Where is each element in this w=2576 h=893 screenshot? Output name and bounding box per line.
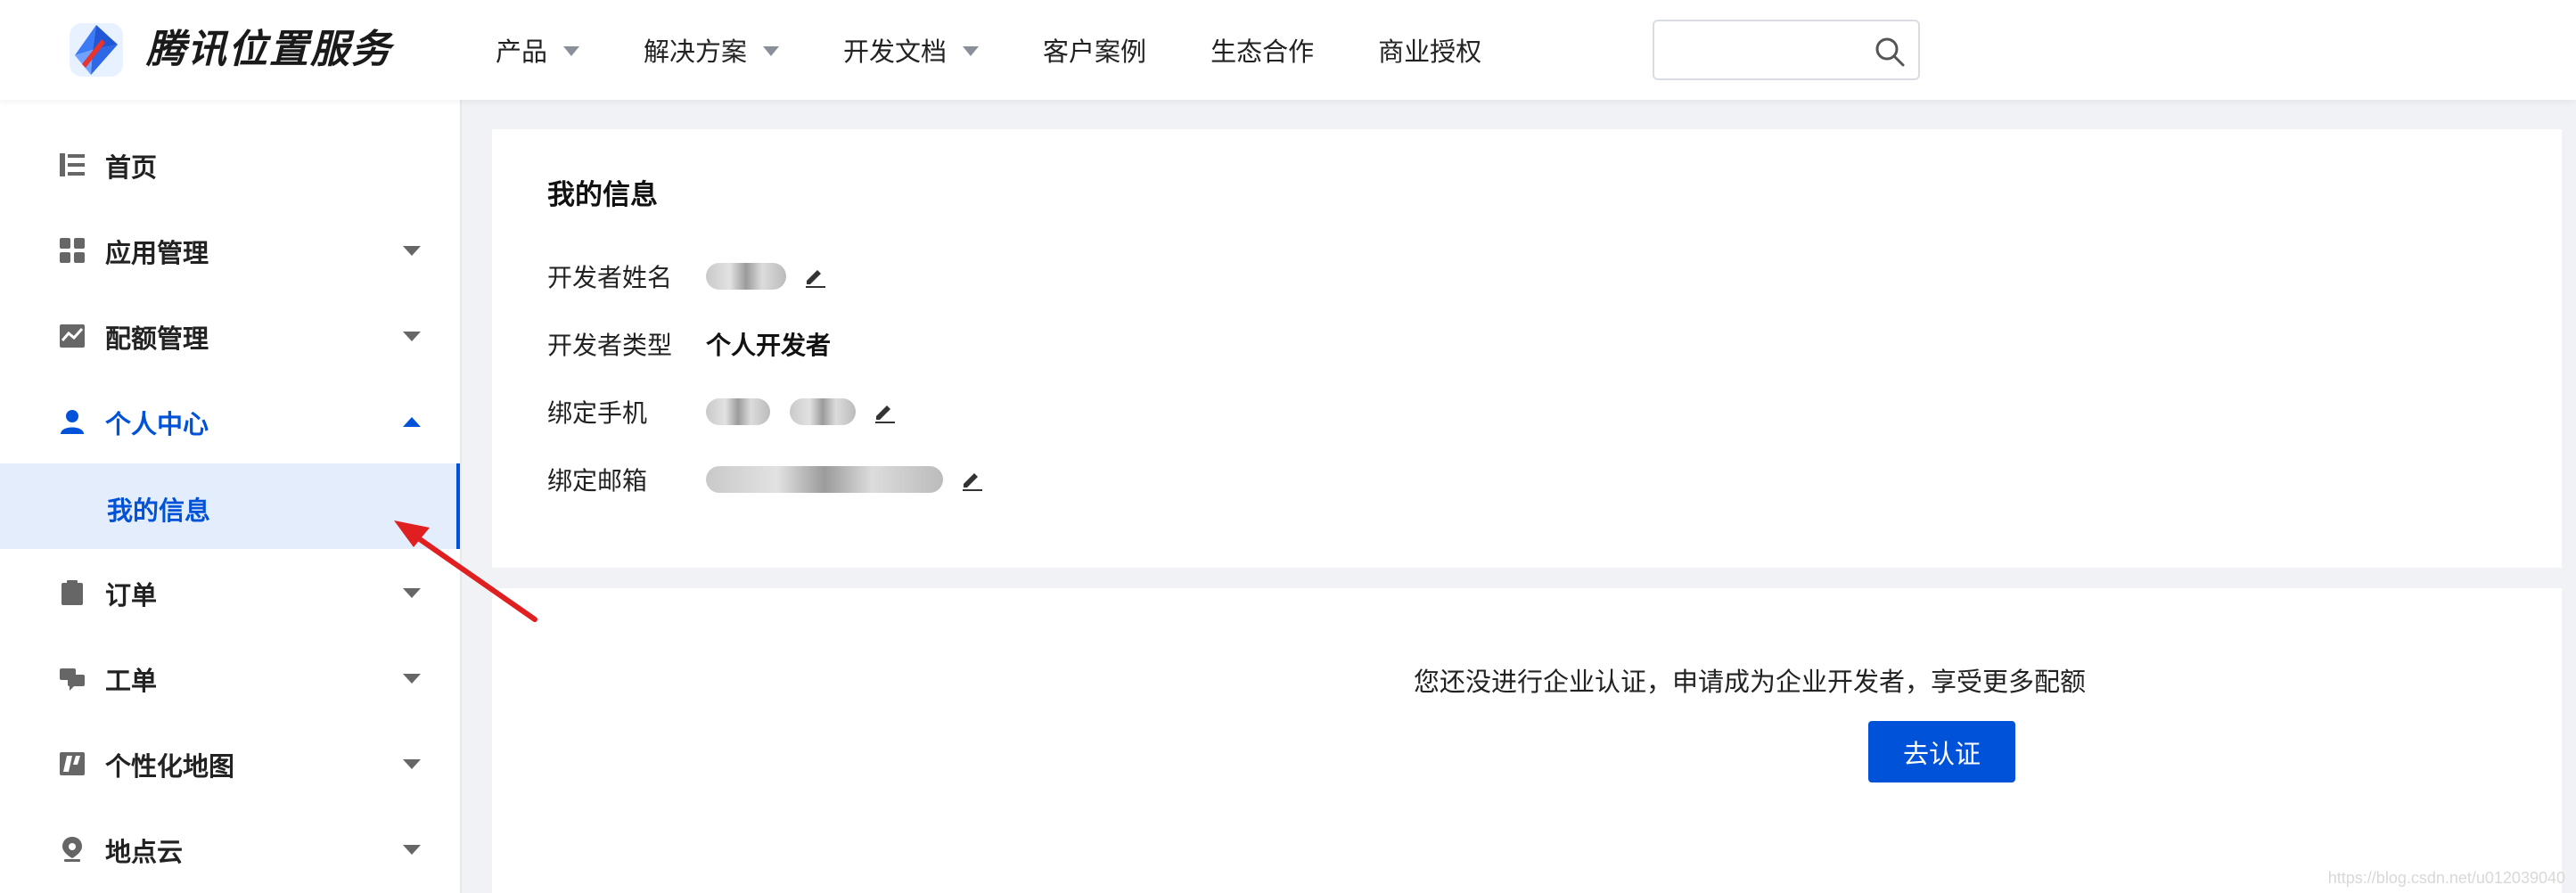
annotation-arrow-icon xyxy=(394,520,537,622)
sidebar-item-custom-map[interactable]: 个性化地图 xyxy=(0,722,460,807)
chart-icon xyxy=(60,324,85,348)
nav-ecosystem[interactable]: 生态合作 xyxy=(1210,31,1314,69)
page-title: 我的信息 xyxy=(547,179,658,210)
sidebar-item-label: 订单 xyxy=(105,582,158,610)
sidebar-item-label: 首页 xyxy=(105,154,158,183)
sidebar-item-label: 应用管理 xyxy=(105,240,209,268)
nav-docs[interactable]: 开发文档 xyxy=(843,31,980,69)
nav-solutions[interactable]: 解决方案 xyxy=(644,31,780,69)
brand-name[interactable]: 腾讯位置服务 xyxy=(146,23,392,77)
chevron-down-icon xyxy=(403,246,421,256)
sidebar-item-personal-center[interactable]: 个人中心 xyxy=(0,380,460,465)
field-label: 绑定邮箱 xyxy=(547,467,648,495)
my-info-card: 我的信息 开发者姓名 开发者类型 个人开发者 绑定手机 绑定邮箱 xyxy=(492,129,2562,568)
redacted-value xyxy=(706,398,770,425)
nav-label: 解决方案 xyxy=(644,38,748,67)
sidebar: 首页 应用管理 配额管理 个人中心 我的信息 订单 工单 个性化地图 地点云 xyxy=(0,100,462,893)
chevron-down-icon xyxy=(763,45,780,56)
tencent-location-logo[interactable] xyxy=(66,20,127,80)
chevron-down-icon xyxy=(403,674,421,684)
chevron-down-icon xyxy=(403,845,421,855)
bound-email-row: 绑定邮箱 xyxy=(547,457,984,502)
chevron-down-icon xyxy=(403,332,421,341)
search-icon[interactable] xyxy=(1874,36,1906,68)
pencil-icon[interactable] xyxy=(872,399,897,424)
sidebar-item-label: 地点云 xyxy=(105,839,184,867)
sidebar-item-place-cloud[interactable]: 地点云 xyxy=(0,807,460,893)
certify-button[interactable]: 去认证 xyxy=(1868,721,2015,782)
nav-label: 商业授权 xyxy=(1378,38,1482,67)
top-header: 腾讯位置服务 产品 解决方案 开发文档 客户案例 生态合作 商业授权 xyxy=(0,0,2576,100)
main-nav: 产品 解决方案 开发文档 客户案例 生态合作 商业授权 xyxy=(496,0,1546,100)
search-input[interactable] xyxy=(1669,21,1874,78)
certification-notice: 您还没进行企业认证，申请成为企业开发者，享受更多配额 xyxy=(1413,668,2086,697)
grid-icon xyxy=(60,238,85,263)
nav-cases[interactable]: 客户案例 xyxy=(1043,31,1146,69)
chat-icon xyxy=(60,668,85,691)
nav-label: 客户案例 xyxy=(1043,38,1147,67)
sidebar-item-tickets[interactable]: 工单 xyxy=(0,636,460,722)
user-icon xyxy=(61,410,84,434)
sidebar-item-quota[interactable]: 配额管理 xyxy=(0,294,460,380)
sidebar-subitem-label: 我的信息 xyxy=(107,497,211,526)
sidebar-item-label: 个人中心 xyxy=(105,411,209,439)
nav-licensing[interactable]: 商业授权 xyxy=(1378,31,1481,69)
bound-phone-row: 绑定手机 xyxy=(547,389,897,434)
nav-label: 开发文档 xyxy=(843,38,948,67)
chevron-down-icon xyxy=(563,45,580,56)
chevron-down-icon xyxy=(403,759,421,769)
nav-products[interactable]: 产品 xyxy=(496,31,580,69)
sidebar-item-label: 工单 xyxy=(105,668,158,696)
developer-type-row: 开发者类型 个人开发者 xyxy=(547,322,831,366)
nav-label: 产品 xyxy=(496,38,548,67)
sidebar-item-label: 个性化地图 xyxy=(105,753,235,782)
watermark: https://blog.csdn.net/u012039040 xyxy=(2327,869,2565,887)
list-icon xyxy=(60,153,85,176)
developer-type-value: 个人开发者 xyxy=(706,332,832,359)
sidebar-item-label: 配额管理 xyxy=(105,325,209,354)
enterprise-certification-section: 您还没进行企业认证，申请成为企业开发者，享受更多配额 去认证 xyxy=(492,588,2562,893)
field-label: 开发者类型 xyxy=(547,332,673,359)
search-box xyxy=(1653,20,1920,80)
developer-name-row: 开发者姓名 xyxy=(547,254,827,299)
clipboard-icon xyxy=(62,580,83,605)
field-label: 开发者姓名 xyxy=(547,264,673,291)
chevron-up-icon xyxy=(403,417,421,427)
sidebar-item-apps[interactable]: 应用管理 xyxy=(0,209,460,294)
redacted-value xyxy=(790,398,856,425)
sidebar-item-home[interactable]: 首页 xyxy=(0,123,460,209)
location-pin-icon xyxy=(62,837,82,862)
field-label: 绑定手机 xyxy=(547,399,648,427)
custom-map-icon xyxy=(60,752,85,775)
nav-label: 生态合作 xyxy=(1210,38,1315,67)
pencil-icon[interactable] xyxy=(802,264,827,289)
pencil-icon[interactable] xyxy=(959,467,984,492)
redacted-value xyxy=(706,263,786,290)
chevron-down-icon xyxy=(963,45,980,56)
redacted-value xyxy=(706,466,943,493)
